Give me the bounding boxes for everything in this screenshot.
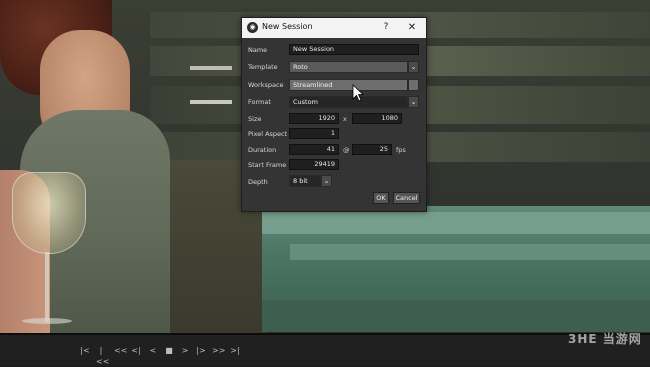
playback-transport-bar: |< |<< << <| < ■ > |> >> >| (0, 335, 650, 366)
duration-label: Duration (248, 146, 277, 154)
stop-button[interactable]: ■ (164, 345, 174, 356)
template-select[interactable]: Roto (289, 61, 408, 73)
workspace-select[interactable]: Streamlined (289, 79, 408, 91)
size-separator: x (343, 115, 347, 123)
teal-shadow (262, 300, 650, 332)
template-label: Template (248, 63, 278, 71)
wall-plate (190, 66, 232, 70)
woman-figure (0, 0, 180, 333)
workspace-dropdown-button[interactable] (408, 79, 419, 91)
size-label: Size (248, 115, 262, 123)
go-to-out-point-button[interactable]: >| (230, 345, 240, 356)
help-button[interactable]: ? (380, 21, 392, 34)
mouse-cursor-icon (352, 84, 365, 102)
step-back-button[interactable]: <| (131, 345, 141, 356)
step-forward-button[interactable]: |> (196, 345, 206, 356)
play-forward-button[interactable]: > (180, 345, 190, 356)
ok-button[interactable]: OK (373, 192, 389, 204)
fps-unit-label: fps (396, 146, 406, 154)
duration-frames-input[interactable]: 41 (289, 144, 339, 155)
wine-glass (12, 172, 86, 254)
format-dropdown-chevron-icon[interactable]: ⌄ (408, 96, 419, 108)
pixel-aspect-label: Pixel Aspect (248, 130, 288, 138)
format-select[interactable]: Custom (289, 96, 408, 108)
cancel-button[interactable]: Cancel (393, 192, 420, 204)
duration-at-sign: @ (343, 146, 350, 154)
pixel-aspect-input[interactable]: 1 (289, 128, 339, 139)
format-label: Format (248, 98, 271, 106)
depth-select[interactable]: 8 bit (289, 175, 321, 187)
dialog-title: New Session (262, 22, 313, 31)
size-width-input[interactable]: 1920 (289, 113, 339, 124)
name-input[interactable]: New Session (289, 44, 419, 55)
depth-dropdown-chevron-icon[interactable]: ⌄ (321, 175, 332, 187)
start-frame-input[interactable]: 29419 (289, 159, 339, 170)
depth-label: Depth (248, 178, 268, 186)
glass-stem (45, 252, 49, 322)
rewind-button[interactable]: << (114, 345, 127, 356)
new-session-dialog: ◉ New Session ? ✕ Name New Session Templ… (241, 17, 427, 212)
start-frame-label: Start Frame (248, 161, 287, 169)
glass-base (22, 318, 72, 324)
dialog-titlebar: ◉ New Session ? ✕ (242, 18, 426, 38)
close-button[interactable]: ✕ (406, 21, 418, 34)
wall-plate (190, 100, 232, 104)
fast-forward-button[interactable]: >> (212, 345, 225, 356)
teal-rail (290, 244, 650, 260)
workspace-label: Workspace (248, 81, 284, 89)
name-label: Name (248, 46, 268, 54)
go-to-in-point-button[interactable]: |< (80, 345, 90, 356)
size-height-input[interactable]: 1080 (352, 113, 402, 124)
step-back-key-button[interactable]: |<< (96, 345, 109, 366)
app-logo-icon: ◉ (247, 22, 258, 33)
play-reverse-button[interactable]: < (148, 345, 158, 356)
site-watermark: 3HE 当游网 (568, 332, 642, 346)
fps-input[interactable]: 25 (352, 144, 392, 155)
teal-rail (262, 212, 650, 234)
template-dropdown-chevron-icon[interactable]: ⌄ (408, 61, 419, 73)
